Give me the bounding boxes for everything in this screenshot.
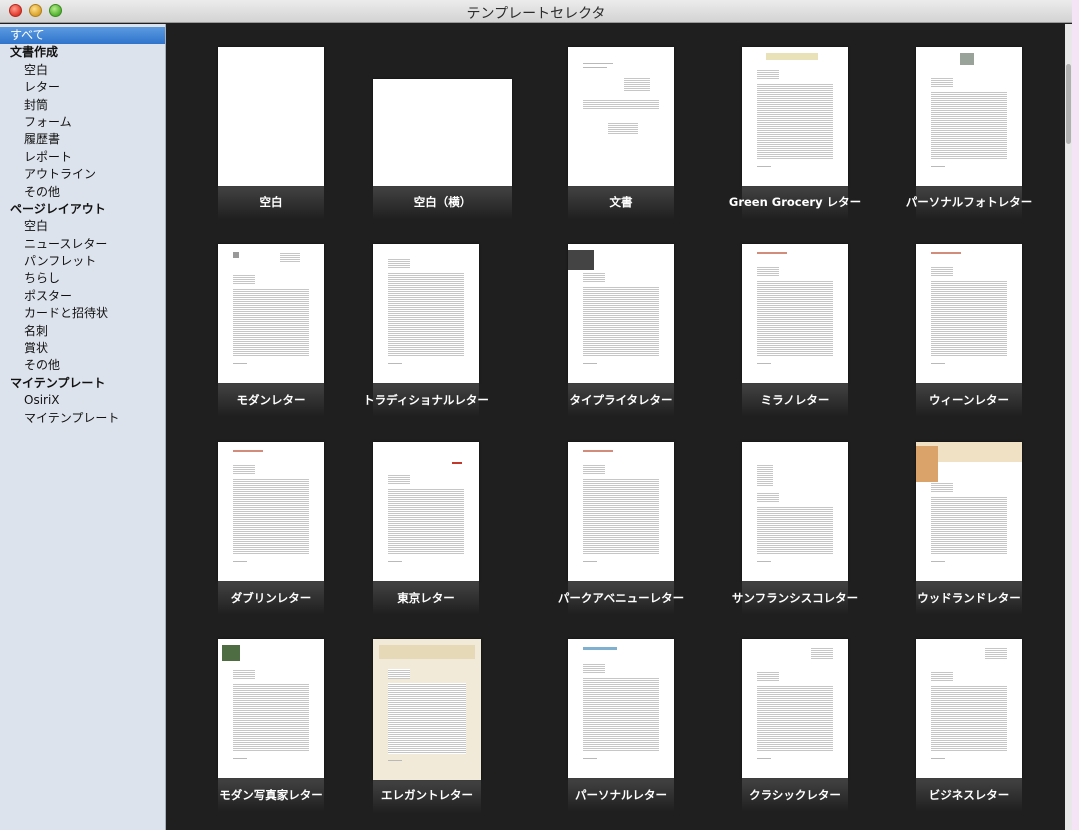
template-label[interactable]: 文書 [526,194,716,210]
template-thumbnail[interactable] [373,442,479,581]
sidebar-item-20[interactable]: マイテンプレート [0,375,165,392]
template-label[interactable]: エレガントレター [332,787,522,803]
sidebar-item-2[interactable]: 空白 [0,62,165,79]
sidebar-item-17[interactable]: 名刺 [0,323,165,340]
sidebar-item-16[interactable]: カードと招待状 [0,305,165,322]
sidebar-item-22[interactable]: マイテンプレート [0,410,165,427]
template-label[interactable]: クラシックレター [700,787,890,803]
template-thumbnail[interactable] [568,442,674,581]
sidebar-item-4[interactable]: 封筒 [0,97,165,114]
sidebar-item-0[interactable]: すべて [0,27,165,45]
template-selector-window: テンプレートセレクタ すべて 文書作成 空白 レター 封筒 フォーム 履歴書 レポート アウトラ… [0,0,1072,830]
template-label[interactable]: ミラノレター [700,392,890,408]
template-thumbnail[interactable] [218,442,324,581]
template-thumbnail[interactable] [916,47,1022,186]
template-thumbnail[interactable] [373,244,479,383]
sidebar-item-19[interactable]: その他 [0,357,165,374]
sidebar-item-3[interactable]: レター [0,79,165,96]
sidebar-item-10[interactable]: ページレイアウト [0,201,165,218]
sidebar-item-7[interactable]: レポート [0,149,165,166]
sidebar-item-11[interactable]: 空白 [0,218,165,235]
template-thumbnail[interactable] [916,244,1022,383]
vertical-scrollbar[interactable] [1065,24,1072,830]
template-label[interactable]: ウィーンレター [874,392,1064,408]
template-label[interactable]: トラディショナルレター [331,392,521,408]
template-label[interactable]: パークアベニューレター [526,590,716,606]
template-grid: 空白 空白（横） 文書 Green Grocery レター パーソナルフォトレター モダン… [167,24,1072,830]
category-sidebar: すべて 文書作成 空白 レター 封筒 フォーム 履歴書 レポート アウトライン その他 ページレイア… [0,24,166,830]
template-thumbnail[interactable] [742,639,848,778]
template-label[interactable]: サンフランシスコレター [700,590,890,606]
template-label[interactable]: 東京レター [331,590,521,606]
template-label[interactable]: タイプライタレター [526,392,716,408]
sidebar-item-21[interactable]: OsiriX [0,392,165,409]
sidebar-item-1[interactable]: 文書作成 [0,44,165,61]
template-thumbnail[interactable] [218,639,324,778]
template-label[interactable]: ビジネスレター [874,787,1064,803]
template-thumbnail[interactable] [218,47,324,186]
sidebar-item-14[interactable]: ちらし [0,270,165,287]
template-label[interactable]: 空白 [176,194,366,210]
sidebar-item-18[interactable]: 賞状 [0,340,165,357]
template-thumbnail[interactable] [568,244,674,383]
template-thumbnail[interactable] [373,639,481,780]
template-thumbnail[interactable] [568,47,674,186]
template-thumbnail[interactable] [373,79,512,186]
template-label[interactable]: ウッドランドレター [874,590,1064,606]
template-label[interactable]: パーソナルレター [526,787,716,803]
sidebar-item-5[interactable]: フォーム [0,114,165,131]
template-thumbnail[interactable] [742,442,848,581]
template-thumbnail[interactable] [916,639,1022,778]
template-label[interactable]: パーソナルフォトレター [874,194,1064,210]
template-label[interactable]: 空白（横） [348,194,538,210]
template-thumbnail[interactable] [742,244,848,383]
sidebar-item-9[interactable]: その他 [0,184,165,201]
template-thumbnail[interactable] [218,244,324,383]
sidebar-item-8[interactable]: アウトライン [0,166,165,183]
title-bar: テンプレートセレクタ [0,0,1072,23]
sidebar-item-12[interactable]: ニュースレター [0,236,165,253]
template-thumbnail[interactable] [916,442,1022,581]
sidebar-item-15[interactable]: ポスター [0,288,165,305]
scrollbar-thumb[interactable] [1066,64,1071,144]
template-thumbnail[interactable] [568,639,674,778]
template-thumbnail[interactable] [742,47,848,186]
template-label[interactable]: Green Grocery レター [700,194,890,210]
window-title: テンプレートセレクタ [466,6,606,22]
sidebar-item-13[interactable]: パンフレット [0,253,165,270]
sidebar-item-6[interactable]: 履歴書 [0,131,165,148]
